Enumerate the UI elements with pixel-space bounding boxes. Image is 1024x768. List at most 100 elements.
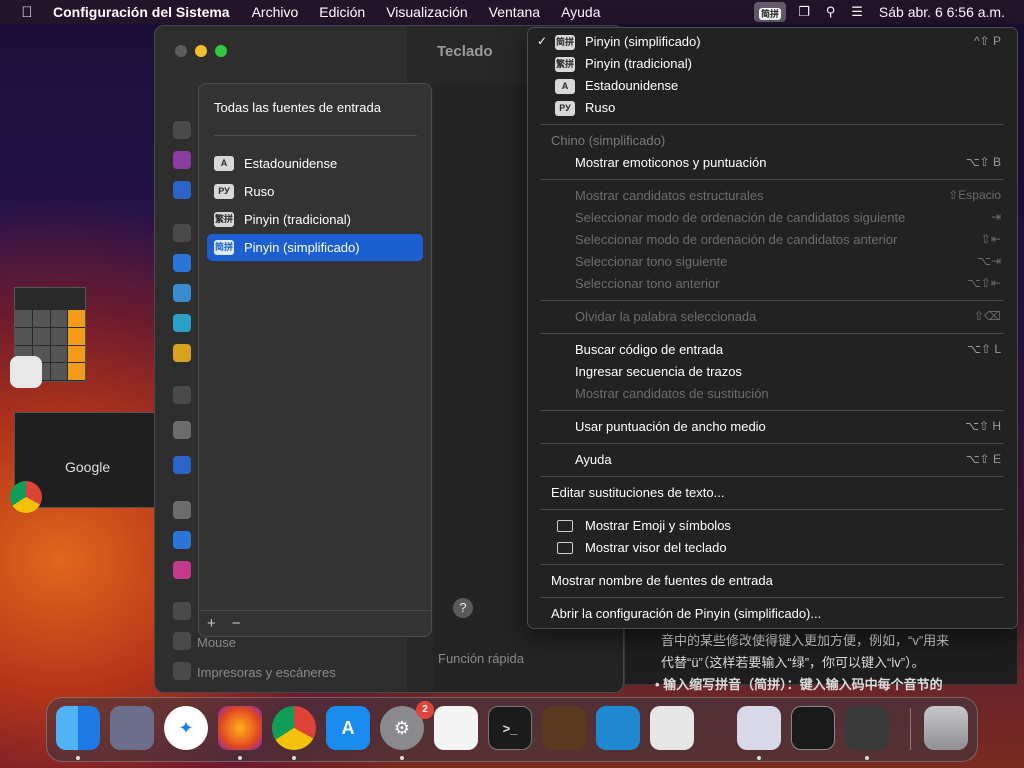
source-item-us[interactable]: A Estadounidense	[207, 150, 423, 177]
source-badge: 简拼	[555, 35, 575, 50]
firefox-icon[interactable]	[218, 706, 262, 750]
sheet-title: Todas las fuentes de entrada	[214, 100, 381, 115]
sidebar-item-mouse[interactable]: Mouse	[197, 635, 236, 650]
google-logo: Google	[65, 459, 111, 475]
add-source-button[interactable]: +	[199, 615, 224, 632]
menu-visualizacion[interactable]: Visualización	[386, 4, 467, 20]
menu-item-help[interactable]: Ayuda ⌥⇧ E	[528, 449, 1017, 471]
vscode-icon[interactable]	[596, 706, 640, 750]
source-badge: РУ	[555, 101, 575, 116]
menu-item-pinyin-simp[interactable]: ✓ 简拼 Pinyin (simplificado) ^⇧ P	[528, 31, 1017, 53]
menu-separator	[540, 597, 1004, 598]
menu-ventana[interactable]: Ventana	[489, 4, 540, 20]
sidebar-item-icon[interactable]	[173, 224, 191, 242]
menu-item-label: Usar puntuación de ancho medio	[575, 419, 766, 434]
trash-icon[interactable]	[924, 706, 968, 750]
minimize-button[interactable]	[195, 45, 207, 57]
menu-separator	[540, 179, 1004, 180]
sidebar-item-icon[interactable]	[173, 181, 191, 199]
sidebar-item-printers[interactable]: Impresoras y escáneres	[197, 665, 336, 680]
printer-icon	[173, 662, 191, 680]
remove-source-button[interactable]: −	[224, 615, 249, 632]
launchpad-icon[interactable]	[110, 706, 154, 750]
running-indicator	[865, 756, 869, 760]
spotlight-search-icon[interactable]: ⚲	[826, 4, 836, 20]
menu-edicion[interactable]: Edición	[319, 4, 365, 20]
apple-menu-icon[interactable]: 	[18, 4, 36, 21]
teamviewer-icon[interactable]	[737, 706, 781, 750]
sidebar-item-icon[interactable]	[173, 314, 191, 332]
menu-item-half-width[interactable]: Usar puntuación de ancho medio ⌥⇧ H	[528, 416, 1017, 438]
menu-item-pinyin-trad[interactable]: 繁拼 Pinyin (tradicional)	[528, 53, 1017, 75]
menu-item-show-names[interactable]: Mostrar nombre de fuentes de entrada	[528, 570, 1017, 592]
help-text-line: 代替“ü”（这样若要输入“绿”，你可以键入“lv”）。	[661, 655, 925, 670]
menu-item-label: Ayuda	[575, 452, 612, 467]
sidebar-item-icon[interactable]	[173, 386, 191, 404]
window-switcher-icon[interactable]: ❐	[798, 4, 810, 20]
menu-ayuda[interactable]: Ayuda	[561, 4, 600, 20]
sidebar-item-icon[interactable]	[173, 602, 191, 620]
chrome-icon[interactable]	[272, 706, 316, 750]
sidebar-item-icon[interactable]	[173, 421, 191, 439]
menu-bar:  Configuración del Sistema Archivo Edic…	[0, 0, 1024, 24]
sidebar-item-icon[interactable]	[173, 456, 191, 474]
app-menu[interactable]: Configuración del Sistema	[53, 4, 230, 20]
help-text-line: 音中的某些修改使得键入更加方便，例如，“v”用来	[661, 633, 950, 648]
bbedit-icon[interactable]	[791, 706, 835, 750]
menu-item-edit-substitutions[interactable]: Editar sustituciones de texto...	[528, 482, 1017, 504]
clock[interactable]: Sáb abr. 6 6:56 a.m.	[879, 4, 1005, 20]
safari-icon[interactable]: ✦	[164, 706, 208, 750]
calculator-icon[interactable]	[845, 706, 889, 750]
input-source-menu[interactable]: 简拼	[754, 2, 787, 22]
garageband-icon[interactable]	[542, 706, 586, 750]
close-button[interactable]	[175, 45, 187, 57]
emoji-viewer-icon	[557, 520, 573, 532]
sidebar-item-icon[interactable]	[173, 501, 191, 519]
quick-function-label: Función rápida	[438, 651, 524, 666]
menu-item-open-settings[interactable]: Abrir la configuración de Pinyin (simpli…	[528, 603, 1017, 625]
menu-shortcut: ⌥⇧ H	[965, 419, 1001, 433]
sidebar-item-icon[interactable]	[173, 151, 191, 169]
app-store-icon[interactable]: A	[326, 706, 370, 750]
running-indicator	[757, 756, 761, 760]
menu-item-emoticons[interactable]: Mostrar emoticonos y puntuación ⌥⇧ B	[528, 152, 1017, 174]
menu-item-ruso[interactable]: РУ Ruso	[528, 97, 1017, 119]
menu-item-prev-tone[interactable]: Seleccionar tono anterior ⌥⇧⇤	[528, 273, 1017, 295]
running-indicator	[400, 756, 404, 760]
menu-item-substitution[interactable]: Mostrar candidatos de sustitución	[528, 383, 1017, 405]
menu-item-search-code[interactable]: Buscar código de entrada ⌥⇧ L	[528, 339, 1017, 361]
sidebar-item-icon[interactable]	[173, 561, 191, 579]
menu-item-label: Abrir la configuración de Pinyin (simpli…	[551, 606, 822, 621]
source-item-pinyin-trad[interactable]: 繁拼 Pinyin (tradicional)	[207, 206, 423, 233]
menu-item-next-tone[interactable]: Seleccionar tono siguiente ⌥⇥	[528, 251, 1017, 273]
menu-item-strokes[interactable]: Ingresar secuencia de trazos	[528, 361, 1017, 383]
source-item-pinyin-simp[interactable]: 简拼 Pinyin (simplificado)	[207, 234, 423, 261]
menu-item-next-sort[interactable]: Seleccionar modo de ordenación de candid…	[528, 207, 1017, 229]
source-item-ruso[interactable]: РУ Ruso	[207, 178, 423, 205]
finder-icon[interactable]	[56, 706, 100, 750]
menu-item-forget-word[interactable]: Olvidar la palabra seleccionada ⇧⌫	[528, 306, 1017, 328]
sidebar-item-icon[interactable]	[173, 254, 191, 272]
help-button[interactable]: ?	[453, 598, 473, 618]
menu-item-prev-sort[interactable]: Seleccionar modo de ordenación de candid…	[528, 229, 1017, 251]
sidebar-item-icon[interactable]	[173, 344, 191, 362]
textedit-icon[interactable]	[434, 706, 478, 750]
zoom-button[interactable]	[215, 45, 227, 57]
sidebar-item-icon[interactable]	[173, 121, 191, 139]
source-badge: A	[214, 156, 234, 171]
menu-item-keyboard-viewer[interactable]: Mostrar visor del teclado	[528, 537, 1017, 559]
menu-item-structural[interactable]: Mostrar candidatos estructurales ⇧Espaci…	[528, 185, 1017, 207]
control-center-icon[interactable]: ☰	[851, 4, 863, 20]
menu-item-emoji[interactable]: Mostrar Emoji y símbolos	[528, 515, 1017, 537]
source-badge: 繁拼	[555, 57, 575, 72]
source-badge: 繁拼	[214, 212, 234, 227]
terminal-icon[interactable]: >_	[488, 706, 532, 750]
menu-shortcut: ⇧⇤	[980, 232, 1001, 246]
sidebar-item-icon[interactable]	[173, 284, 191, 302]
menu-item-us[interactable]: A Estadounidense	[528, 75, 1017, 97]
menu-archivo[interactable]: Archivo	[252, 4, 299, 20]
menu-item-label: Mostrar candidatos de sustitución	[575, 386, 769, 401]
sidebar-item-icon[interactable]	[173, 531, 191, 549]
menu-separator	[540, 443, 1004, 444]
roblox-icon[interactable]	[650, 706, 694, 750]
